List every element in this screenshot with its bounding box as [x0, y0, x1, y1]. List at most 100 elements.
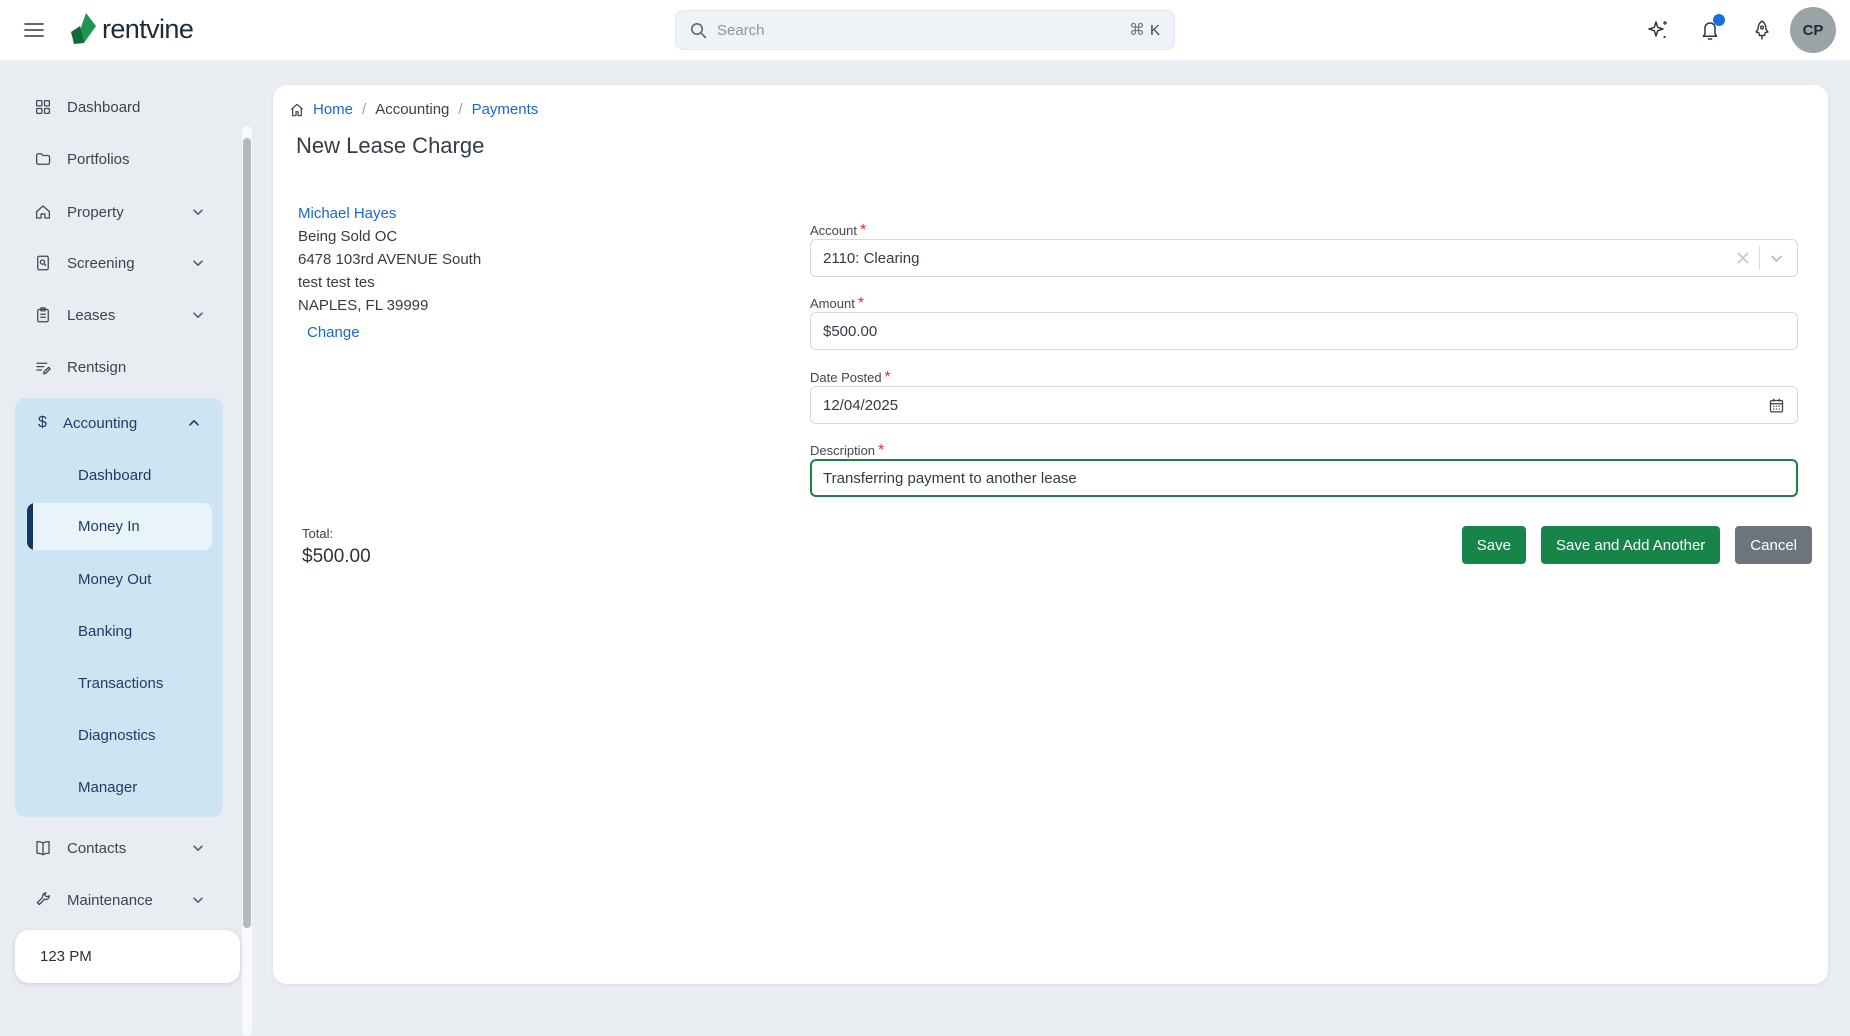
hamburger-menu-icon[interactable]: [24, 21, 44, 39]
calendar-icon[interactable]: [1768, 397, 1785, 414]
cancel-button[interactable]: Cancel: [1735, 526, 1812, 564]
tenant-name-link[interactable]: Michael Hayes: [298, 202, 718, 225]
description-input-box[interactable]: [810, 459, 1798, 497]
house-icon: [34, 203, 54, 221]
sidebar-item-maintenance[interactable]: Maintenance: [0, 874, 240, 926]
amount-input-box[interactable]: [810, 312, 1798, 350]
ai-sparkle-icon[interactable]: [1646, 18, 1670, 42]
description-field-group: Description*: [810, 442, 1798, 460]
search-icon: [690, 22, 707, 39]
sidebar-item-accounting[interactable]: $ Accounting: [15, 398, 223, 448]
save-button[interactable]: Save: [1462, 526, 1526, 564]
workspace-badge[interactable]: 123 PM: [15, 930, 240, 983]
breadcrumb-accounting: Accounting: [375, 101, 449, 118]
logo-text: rentvine: [102, 14, 193, 45]
sidebar-item-property[interactable]: Property: [0, 186, 240, 238]
sidebar-item-label: Dashboard: [67, 99, 140, 116]
rentvine-leaf-icon: [70, 13, 96, 45]
rentvine-logo[interactable]: rentvine: [70, 13, 193, 45]
sidebar-scrollbar-track[interactable]: [242, 126, 252, 1036]
date-posted-input[interactable]: [823, 397, 1768, 414]
account-label: Account: [810, 223, 857, 238]
sidebar-item-diagnostics[interactable]: Diagnostics: [15, 709, 223, 761]
breadcrumb-payments-link[interactable]: Payments: [472, 101, 539, 118]
sidebar-item-manager[interactable]: Manager: [15, 761, 223, 813]
top-bar: rentvine ⌘ K: [0, 0, 1850, 60]
sidebar-item-dashboard[interactable]: Dashboard: [0, 81, 240, 133]
sidebar-item-label: Rentsign: [67, 359, 126, 376]
sidebar-item-money-out[interactable]: Money Out: [15, 553, 223, 605]
global-search[interactable]: ⌘ K: [675, 10, 1175, 50]
chevron-down-icon[interactable]: [1760, 252, 1789, 265]
account-select-value[interactable]: [823, 250, 1727, 267]
sidebar-scrollbar-thumb[interactable]: [243, 138, 251, 928]
account-select[interactable]: [810, 239, 1798, 277]
signature-icon: [34, 358, 54, 376]
chevron-down-icon: [192, 842, 204, 854]
sidebar-item-leases[interactable]: Leases: [0, 289, 240, 341]
sidebar-item-banking[interactable]: Banking: [15, 605, 223, 657]
tenant-address-line: test test tes: [298, 271, 718, 294]
sidebar-item-label: Portfolios: [67, 151, 130, 168]
user-avatar[interactable]: CP: [1790, 7, 1836, 53]
sidebar-item-transactions[interactable]: Transactions: [15, 657, 223, 709]
account-field-group: Account*: [810, 222, 1798, 240]
date-posted-input-box[interactable]: [810, 386, 1798, 424]
search-input[interactable]: [717, 22, 1119, 39]
tenant-address-line: Being Sold OC: [298, 225, 718, 248]
total-value: $500.00: [302, 546, 371, 568]
select-controls: [1727, 246, 1789, 270]
page-title: New Lease Charge: [296, 133, 484, 159]
breadcrumb-separator: /: [362, 101, 366, 118]
tenant-info: Michael Hayes Being Sold OC 6478 103rd A…: [298, 202, 718, 341]
folder-icon: [34, 150, 54, 168]
breadcrumb: Home / Accounting / Payments: [289, 101, 538, 118]
sidebar-item-label: Leases: [67, 307, 115, 324]
chevron-down-icon: [192, 309, 204, 321]
description-input[interactable]: [823, 470, 1785, 487]
document-search-icon: [34, 254, 54, 272]
main-content-card: Home / Accounting / Payments New Lease C…: [273, 85, 1828, 984]
sidebar-item-label: Contacts: [67, 840, 126, 857]
required-asterisk: *: [858, 295, 864, 312]
sidebar-item-money-in[interactable]: Money In: [27, 503, 212, 550]
date-posted-label: Date Posted: [810, 370, 882, 385]
notifications-bell-icon[interactable]: [1698, 18, 1722, 42]
dashboard-grid-icon: [34, 98, 54, 116]
description-label: Description: [810, 443, 875, 458]
date-posted-field-group: Date Posted*: [810, 369, 1798, 387]
home-icon: [289, 102, 305, 118]
amount-label: Amount: [810, 296, 855, 311]
sidebar-item-label: Screening: [67, 255, 135, 272]
chevron-down-icon: [192, 206, 204, 218]
sidebar-item-screening[interactable]: Screening: [0, 237, 240, 289]
chevron-up-icon: [188, 417, 200, 429]
amount-field-group: Amount*: [810, 295, 1798, 313]
total-label: Total:: [302, 526, 371, 541]
sidebar-nav: Dashboard Portfolios Property Screening …: [0, 60, 240, 1004]
sidebar-item-contacts[interactable]: Contacts: [0, 822, 240, 874]
breadcrumb-home-link[interactable]: Home: [313, 101, 353, 118]
wrench-icon: [34, 891, 54, 909]
clipboard-icon: [34, 306, 54, 324]
breadcrumb-separator: /: [458, 101, 462, 118]
sidebar-item-accounting-dashboard[interactable]: Dashboard: [15, 449, 223, 501]
tenant-address-line: 6478 103rd AVENUE South: [298, 248, 718, 271]
sidebar-item-portfolios[interactable]: Portfolios: [0, 133, 240, 185]
required-asterisk: *: [860, 222, 866, 239]
required-asterisk: *: [885, 369, 891, 386]
sidebar-item-rentsign[interactable]: Rentsign: [0, 341, 240, 393]
total-section: Total: $500.00: [302, 526, 371, 568]
sidebar-group-accounting: $ Accounting Dashboard Money In Money Ou…: [15, 398, 223, 817]
amount-input[interactable]: [823, 323, 1785, 340]
sidebar-item-label: Maintenance: [67, 892, 153, 909]
search-shortcut: ⌘ K: [1129, 20, 1160, 40]
form-actions: Save Save and Add Another Cancel: [1462, 526, 1812, 564]
save-and-add-another-button[interactable]: Save and Add Another: [1541, 526, 1720, 564]
required-asterisk: *: [878, 442, 884, 459]
clear-icon[interactable]: [1727, 252, 1759, 264]
book-icon: [34, 839, 54, 857]
change-tenant-link[interactable]: Change: [307, 324, 360, 341]
rocket-icon[interactable]: [1750, 18, 1774, 42]
chevron-down-icon: [192, 894, 204, 906]
